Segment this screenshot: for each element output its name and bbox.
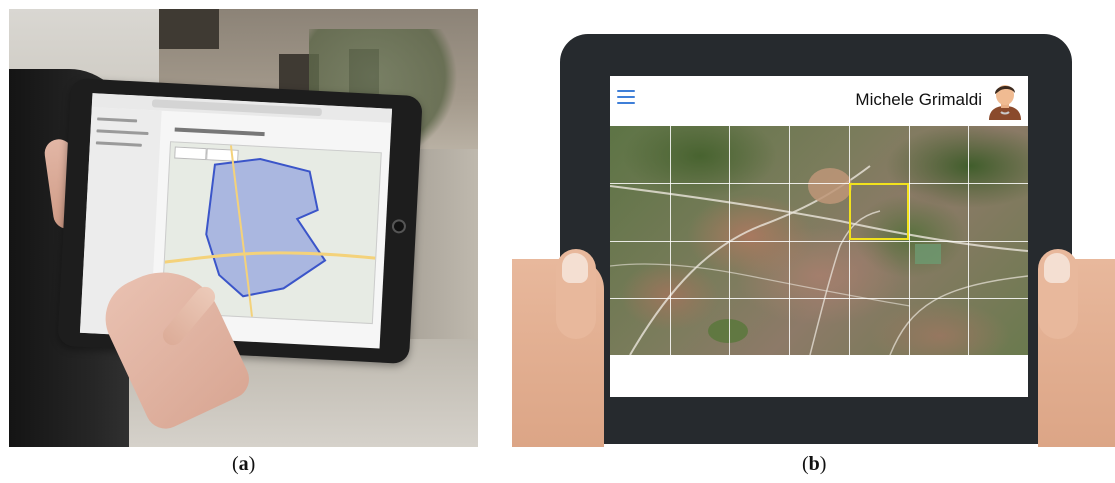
address-bar <box>151 99 323 117</box>
right-thumbnail <box>1044 253 1070 283</box>
grid-cell[interactable] <box>968 183 1028 240</box>
left-thumbnail <box>562 253 588 283</box>
grid-cell[interactable] <box>670 183 730 240</box>
grid-cell[interactable] <box>909 183 969 240</box>
grid-cell[interactable] <box>670 126 730 183</box>
user-name: Michele Grimaldi <box>855 90 982 109</box>
grid-cell[interactable] <box>729 298 789 355</box>
grid-cell[interactable] <box>610 298 670 355</box>
grid-cell[interactable] <box>729 183 789 240</box>
grid-cell[interactable] <box>729 241 789 298</box>
user-avatar-icon[interactable] <box>986 80 1024 120</box>
photo-panel-a <box>9 9 478 447</box>
grid-cell[interactable] <box>789 241 849 298</box>
grid-cell[interactable] <box>909 298 969 355</box>
grid-cell[interactable] <box>909 241 969 298</box>
building-window <box>159 9 219 49</box>
grid-cell[interactable] <box>789 298 849 355</box>
hamburger-menu-icon[interactable] <box>617 90 639 108</box>
grid-cell[interactable] <box>968 126 1028 183</box>
grid-cell[interactable] <box>670 298 730 355</box>
sidebar-item <box>97 117 138 123</box>
home-button-icon <box>391 218 407 234</box>
grid-cell[interactable] <box>909 126 969 183</box>
illustration-panel-b: Michele Grimaldi <box>512 9 1115 447</box>
grid-cell[interactable] <box>968 298 1028 355</box>
grid-cell[interactable] <box>849 298 909 355</box>
selected-grid-cell[interactable] <box>849 183 909 240</box>
grid-cell[interactable] <box>849 126 909 183</box>
grid-cell[interactable] <box>610 183 670 240</box>
grid-cell[interactable] <box>729 126 789 183</box>
grid-cell[interactable] <box>610 241 670 298</box>
satellite-map[interactable] <box>610 126 1028 355</box>
sidebar-item <box>96 129 149 136</box>
caption-a: (a) <box>232 453 256 475</box>
grid-cell[interactable] <box>670 241 730 298</box>
grid-cell[interactable] <box>610 126 670 183</box>
page-heading <box>174 127 265 137</box>
caption-b: (b) <box>802 453 827 475</box>
sidebar-item <box>95 141 142 147</box>
grid-cell[interactable] <box>789 126 849 183</box>
grid-cell[interactable] <box>849 241 909 298</box>
grid-cell[interactable] <box>968 241 1028 298</box>
grid-cell[interactable] <box>789 183 849 240</box>
app-screen: Michele Grimaldi <box>610 76 1028 397</box>
